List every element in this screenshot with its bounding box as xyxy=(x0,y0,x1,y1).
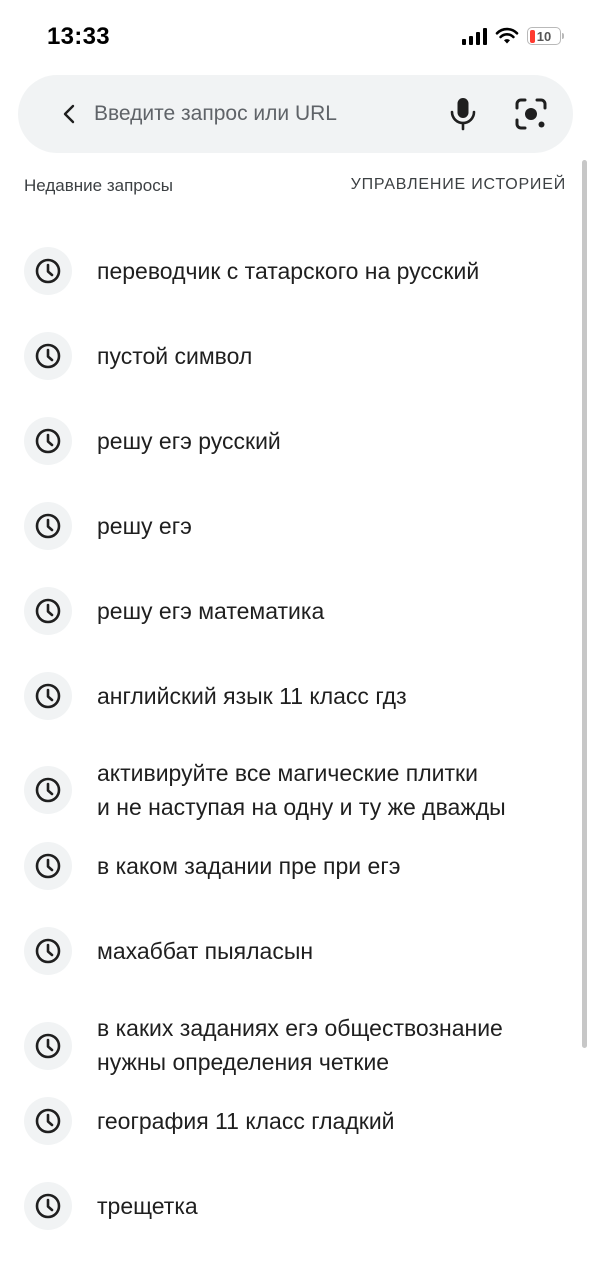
history-item[interactable]: решу егэ математика xyxy=(0,569,575,654)
battery-icon: 10 xyxy=(527,27,564,45)
history-clock-icon xyxy=(24,1022,72,1070)
history-item[interactable]: махаббат пыяласын xyxy=(0,909,575,994)
recent-searches-header: Недавние запросы УПРАВЛЕНИЕ ИСТОРИЕЙ xyxy=(24,176,566,200)
history-item[interactable]: решу егэ xyxy=(0,484,575,569)
history-clock-icon xyxy=(24,247,72,295)
history-item[interactable]: активируйте все магические плитки и не н… xyxy=(0,739,575,824)
camera-lens-icon[interactable] xyxy=(514,97,548,131)
history-item-label: решу егэ математика xyxy=(97,598,325,624)
history-clock-icon xyxy=(24,927,72,975)
history-clock-icon xyxy=(24,672,72,720)
microphone-icon[interactable] xyxy=(448,97,478,131)
history-item-label: переводчик с татарского на русский xyxy=(97,258,480,284)
recent-searches-title: Недавние запросы xyxy=(24,176,173,195)
history-item[interactable]: английский язык 11 класс гдз xyxy=(0,654,575,739)
history-clock-icon xyxy=(24,332,72,380)
history-item-label: пустой символ xyxy=(97,343,253,369)
history-clock-icon xyxy=(24,842,72,890)
history-clock-icon xyxy=(24,417,72,465)
history-item-label: трещетка xyxy=(97,1193,198,1219)
history-item-label: решу егэ русский xyxy=(97,428,281,454)
wifi-icon xyxy=(495,27,519,44)
back-arrow-icon[interactable] xyxy=(58,102,82,126)
history-clock-icon xyxy=(24,766,72,814)
search-bar xyxy=(18,75,573,153)
history-item[interactable]: география 11 класс гладкий xyxy=(0,1079,575,1164)
cellular-signal-icon xyxy=(462,27,487,45)
status-time: 13:33 xyxy=(47,23,110,50)
history-item[interactable]: решу егэ русский xyxy=(0,399,575,484)
search-input[interactable] xyxy=(94,95,424,133)
history-item[interactable]: в каком задании пре при егэ xyxy=(0,824,575,909)
history-item-label: в каком задании пре при егэ xyxy=(97,853,401,879)
scrollbar[interactable] xyxy=(582,160,587,1048)
status-bar: 13:33 10 xyxy=(0,0,591,74)
history-item-label: география 11 класс гладкий xyxy=(97,1108,395,1134)
history-clock-icon xyxy=(24,502,72,550)
battery-level: 10 xyxy=(536,28,552,44)
history-clock-icon xyxy=(24,1097,72,1145)
history-item-label: активируйте все магические плитки и не н… xyxy=(97,760,506,820)
history-item[interactable]: пустой символ xyxy=(0,314,575,399)
status-icons: 10 xyxy=(462,27,564,45)
history-item-label: решу егэ xyxy=(97,513,192,539)
history-item[interactable]: трещетка xyxy=(0,1164,575,1249)
history-item[interactable]: переводчик с татарского на русский xyxy=(0,229,575,314)
manage-history-link[interactable]: УПРАВЛЕНИЕ ИСТОРИЕЙ xyxy=(351,176,566,194)
history-clock-icon xyxy=(24,587,72,635)
history-list: переводчик с татарского на русский пусто… xyxy=(0,229,575,1249)
history-clock-icon xyxy=(24,1182,72,1230)
history-item-label: в каких заданиях егэ обществознание нужн… xyxy=(97,1015,503,1075)
history-item-label: махаббат пыяласын xyxy=(97,938,314,964)
history-item[interactable]: в каких заданиях егэ обществознание нужн… xyxy=(0,994,575,1079)
history-item-label: английский язык 11 класс гдз xyxy=(97,683,407,709)
